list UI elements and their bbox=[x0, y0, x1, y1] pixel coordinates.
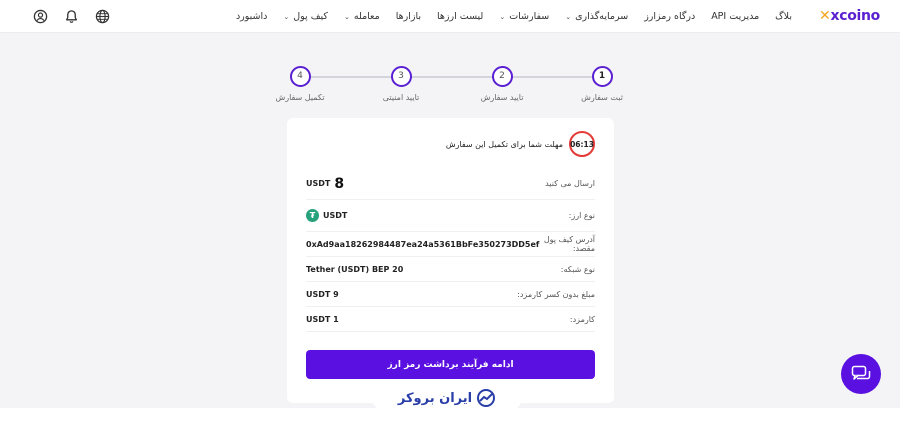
chat-bubbles-icon bbox=[851, 365, 871, 380]
network-value: Tether (USDT) BEP 20 bbox=[306, 264, 404, 274]
watermark-logo-icon bbox=[477, 389, 496, 407]
fee-value: USDT 1 bbox=[306, 314, 339, 324]
countdown: 06:13 مهلت شما برای تکمیل این سفارش bbox=[446, 131, 595, 157]
order-summary-card: 06:13 مهلت شما برای تکمیل این سفارش USDT… bbox=[287, 118, 614, 403]
row-fee: USDT 1 کارمزد: bbox=[306, 307, 595, 332]
footer-strip bbox=[0, 408, 900, 425]
chevron-down-icon: ⌄ bbox=[343, 12, 350, 21]
logo[interactable]: ✕ xcoino bbox=[819, 8, 880, 24]
chevron-down-icon: ⌄ bbox=[565, 12, 572, 21]
network-label: نوع شبکه: bbox=[560, 264, 595, 274]
nav-item-investment[interactable]: سرمایه‌گذاری ⌄ bbox=[565, 11, 628, 22]
step-number: 4 bbox=[289, 66, 311, 87]
net-amount-label: مبلغ بدون کسر کارمزد: bbox=[517, 289, 595, 299]
nav-item-markets[interactable]: بازارها bbox=[396, 11, 421, 22]
step-label: تایید امنیتی bbox=[382, 93, 420, 102]
countdown-text: مهلت شما برای تکمیل این سفارش bbox=[445, 139, 563, 149]
nav-item-crypto-gateway[interactable]: درگاه رمزارز bbox=[644, 11, 695, 22]
nav-item-blog[interactable]: بلاگ bbox=[775, 11, 792, 22]
row-address: 0xAd9aa18262984487ea24a5361BbFe350273DD5… bbox=[306, 232, 595, 257]
step-4: 4 تکمیل سفارش bbox=[270, 66, 330, 102]
row-net-amount: USDT 9 مبلغ بدون کسر کارمزد: bbox=[306, 282, 595, 307]
nav-item-api[interactable]: مدیریت API bbox=[711, 11, 759, 22]
currency-value: ₮ USDT bbox=[306, 209, 347, 222]
step-1: 1 ثبت سفارش bbox=[572, 66, 632, 102]
order-stepper: 4 تکمیل سفارش 3 تایید امنیتی 2 تایید سفا… bbox=[275, 66, 630, 106]
step-number: 2 bbox=[491, 66, 513, 87]
stepper-line bbox=[311, 76, 594, 78]
nav-item-wallet[interactable]: کیف پول ⌄ bbox=[283, 11, 328, 22]
globe-icon[interactable] bbox=[95, 9, 110, 24]
continue-withdrawal-button[interactable]: ادامه فرآیند برداشت رمز ارز bbox=[306, 350, 595, 379]
bell-icon[interactable] bbox=[64, 9, 79, 24]
nav-item-currency-list[interactable]: لیست ارزها bbox=[437, 11, 483, 22]
net-amount-value: USDT 9 bbox=[306, 289, 339, 299]
step-3: 3 تایید امنیتی bbox=[371, 66, 431, 102]
step-label: تایید سفارش bbox=[480, 93, 524, 102]
amount-label: ارسال می کنید bbox=[545, 179, 595, 188]
address-value: 0xAd9aa18262984487ea24a5361BbFe350273DD5… bbox=[306, 239, 540, 249]
logo-mark: ✕ bbox=[819, 8, 831, 24]
chevron-down-icon: ⌄ bbox=[283, 12, 290, 21]
step-number: 3 bbox=[390, 66, 412, 87]
nav-item-dashboard[interactable]: داشبورد bbox=[236, 11, 267, 22]
currency-label: نوع ارز: bbox=[568, 211, 595, 220]
row-currency: ₮ USDT نوع ارز: bbox=[306, 200, 595, 232]
nav-item-orders[interactable]: سفارشات ⌄ bbox=[499, 11, 549, 22]
watermark: ایران بروکر bbox=[372, 386, 522, 410]
fee-label: کارمزد: bbox=[569, 314, 595, 324]
top-navbar: داشبورد کیف پول ⌄ معامله ⌄ بازارها لیست ار… bbox=[0, 0, 900, 33]
nav-item-trade[interactable]: معامله ⌄ bbox=[344, 11, 380, 22]
support-chat-button[interactable] bbox=[841, 354, 881, 394]
countdown-timer: 06:13 bbox=[569, 131, 595, 157]
step-label: ثبت سفارش bbox=[581, 93, 623, 102]
step-label: تکمیل سفارش bbox=[275, 93, 325, 102]
row-amount: USDT 8 ارسال می کنید bbox=[306, 168, 595, 200]
row-network: Tether (USDT) BEP 20 نوع شبکه: bbox=[306, 257, 595, 282]
user-circle-icon[interactable] bbox=[33, 9, 48, 24]
address-label: آدرس کیف پول مقصد: bbox=[543, 235, 595, 253]
step-number: 1 bbox=[591, 66, 613, 87]
chevron-down-icon: ⌄ bbox=[499, 12, 506, 21]
header-icons bbox=[33, 9, 110, 24]
amount-value: USDT 8 bbox=[306, 175, 345, 192]
tether-icon: ₮ bbox=[306, 209, 319, 222]
step-2: 2 تایید سفارش bbox=[472, 66, 532, 102]
main-nav: داشبورد کیف پول ⌄ معامله ⌄ بازارها لیست ار… bbox=[236, 0, 792, 33]
